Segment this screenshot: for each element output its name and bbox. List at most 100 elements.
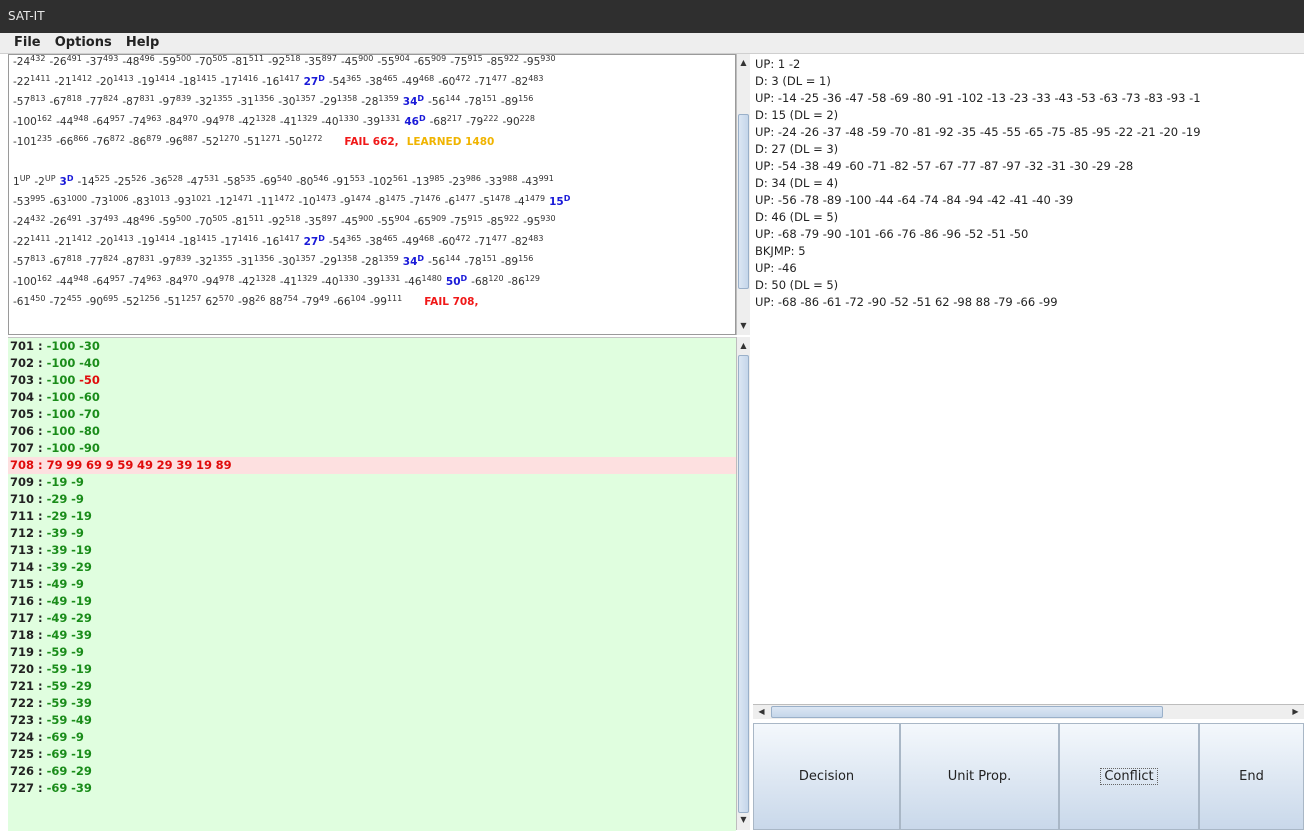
clause-row[interactable]: 720 : -59 -19 xyxy=(8,661,736,678)
literal-reason: 831 xyxy=(139,94,155,103)
menu-options[interactable]: Options xyxy=(50,33,117,53)
clause-row[interactable]: 713 : -39 -19 xyxy=(8,542,736,559)
log-hscrollbar[interactable]: ◀ ▶ xyxy=(753,704,1304,719)
decision-literal: 15D xyxy=(549,195,570,209)
clause-literal: -100 xyxy=(46,373,76,387)
trail-literal: -37493 xyxy=(86,55,118,68)
clause-row[interactable]: 719 : -59 -9 xyxy=(8,644,736,661)
clause-row[interactable]: 702 : -100 -40 xyxy=(8,355,736,372)
trail-literal: -55904 xyxy=(377,55,409,68)
trail-literal: -76872 xyxy=(93,135,125,149)
clause-row[interactable]: 707 : -100 -90 xyxy=(8,440,736,457)
end-button[interactable]: End xyxy=(1199,723,1304,830)
literal-value: -41 xyxy=(279,116,297,128)
clause-row[interactable]: 703 : -100 -50 xyxy=(8,372,736,389)
scroll-thumb[interactable] xyxy=(738,114,749,289)
scroll-thumb[interactable] xyxy=(771,706,1163,718)
literal-value: -55 xyxy=(377,216,395,228)
literal-value: -52 xyxy=(122,296,140,308)
literal-value: -75 xyxy=(450,216,468,228)
trail-literal: -59500 xyxy=(159,55,191,68)
clause-row[interactable]: 721 : -59 -29 xyxy=(8,678,736,695)
trail-pane[interactable]: -24432 -26491 -37493 -48496 -59500 -70505 -815… xyxy=(8,54,736,335)
trail-literal: -13985 xyxy=(412,175,444,189)
literal-reason: 432 xyxy=(30,54,46,63)
literal-reason: 1416 xyxy=(237,234,259,243)
literal-value: -33 xyxy=(485,176,503,188)
decision-literal: 46D xyxy=(404,115,425,129)
clause-row[interactable]: 726 : -69 -29 xyxy=(8,763,736,780)
scroll-down-icon[interactable]: ▼ xyxy=(737,319,750,333)
trail-literal: -171416 xyxy=(221,234,259,249)
trail-literal: -26491 xyxy=(49,55,81,68)
clause-row[interactable]: 727 : -69 -39 xyxy=(8,780,736,797)
literal-value: -64 xyxy=(92,276,110,288)
clause-literal: -50 xyxy=(79,373,100,387)
clause-separator: : xyxy=(34,577,47,591)
learned-label: LEARNED 1480 xyxy=(406,136,495,148)
literal-value: -61 xyxy=(13,296,31,308)
scroll-thumb[interactable] xyxy=(738,355,749,813)
trail-scrollbar[interactable]: ▲ ▼ xyxy=(736,54,750,335)
clause-row[interactable]: 718 : -49 -39 xyxy=(8,627,736,644)
literal-reason: 1270 xyxy=(219,134,240,143)
clause-row[interactable]: 722 : -59 -39 xyxy=(8,695,736,712)
clause-row[interactable]: 712 : -39 -9 xyxy=(8,525,736,542)
clause-literal: -39 xyxy=(71,781,92,795)
literal-reason: 995 xyxy=(30,194,46,203)
trail-literal: -77824 xyxy=(86,95,118,109)
decision-button[interactable]: Decision xyxy=(753,723,900,830)
clause-row[interactable]: 701 : -100 -30 xyxy=(8,338,736,355)
clause-row[interactable]: 715 : -49 -9 xyxy=(8,576,736,593)
literal-reason: 535 xyxy=(240,174,256,183)
clause-row[interactable]: 725 : -69 -19 xyxy=(8,746,736,763)
conflict-clause-row[interactable]: 708 : 79 99 69 9 59 49 29 39 19 89 xyxy=(8,457,736,474)
literal-reason: 531 xyxy=(203,174,220,183)
literal-value: -57 xyxy=(13,96,31,108)
literal-value: -98 xyxy=(238,296,256,308)
trail-literal: -97839 xyxy=(159,255,191,269)
literal-reason: 491 xyxy=(66,214,82,223)
literal-reason: 1257 xyxy=(180,294,202,303)
clause-row[interactable]: 716 : -49 -19 xyxy=(8,593,736,610)
clause-row[interactable]: 723 : -59 -49 xyxy=(8,712,736,729)
clause-row[interactable]: 710 : -29 -9 xyxy=(8,491,736,508)
menu-help[interactable]: Help xyxy=(121,33,164,53)
scroll-right-icon[interactable]: ▶ xyxy=(1289,705,1302,719)
clause-row[interactable]: 711 : -29 -19 xyxy=(8,508,736,525)
log-pane[interactable]: UP: 1 -2 D: 3 (DL = 1) UP: -14 -25 -36 -47… xyxy=(753,54,1304,704)
clause-scrollbar[interactable]: ▲ ▼ xyxy=(736,337,750,830)
clause-row[interactable]: 704 : -100 -60 xyxy=(8,389,736,406)
literal-value: -63 xyxy=(49,196,67,208)
literal-reason: 1417 xyxy=(279,234,300,243)
clause-row[interactable]: 706 : -100 -80 xyxy=(8,423,736,440)
clause-row[interactable]: 705 : -100 -70 xyxy=(8,406,736,423)
clause-row[interactable]: 709 : -19 -9 xyxy=(8,474,736,491)
scroll-up-icon[interactable]: ▲ xyxy=(737,56,750,70)
trail-literal: -321355 xyxy=(195,255,233,269)
unit-prop-button[interactable]: Unit Prop. xyxy=(900,723,1059,830)
clause-row[interactable]: 714 : -39 -29 xyxy=(8,559,736,576)
trail-literal: -53995 xyxy=(13,194,46,209)
clause-number: 718 xyxy=(10,628,35,642)
scroll-down-icon[interactable]: ▼ xyxy=(737,813,750,827)
clause-row[interactable]: 717 : -49 -29 xyxy=(8,610,736,627)
literal-reason: 561 xyxy=(392,174,409,183)
clause-list[interactable]: 701 : -100 -30 702 : -100 -40 703 : -100 -… xyxy=(8,337,736,831)
literal-value: -32 xyxy=(195,256,213,268)
trail-line: 1UP -2UP 3D -14525 -25526 -36528 -47531 -58535-… xyxy=(13,172,558,192)
clause-row[interactable]: 724 : -69 -9 xyxy=(8,729,736,746)
literal-reason: 1328 xyxy=(255,114,276,123)
clause-literal: -69 xyxy=(46,730,68,744)
literal-value: -78 xyxy=(464,256,482,268)
scroll-left-icon[interactable]: ◀ xyxy=(755,705,768,719)
literal-value: -45 xyxy=(340,56,359,68)
scroll-up-icon[interactable]: ▲ xyxy=(737,339,750,353)
literal-value: -16 xyxy=(262,76,280,88)
clause-literal: -49 xyxy=(46,611,68,625)
conflict-button[interactable]: Conflict xyxy=(1059,723,1199,830)
literal-reason: 1328 xyxy=(255,274,276,283)
menu-file[interactable]: File xyxy=(0,33,46,53)
trail-literal: -48496 xyxy=(122,215,154,229)
literal-value: -87 xyxy=(122,256,140,268)
